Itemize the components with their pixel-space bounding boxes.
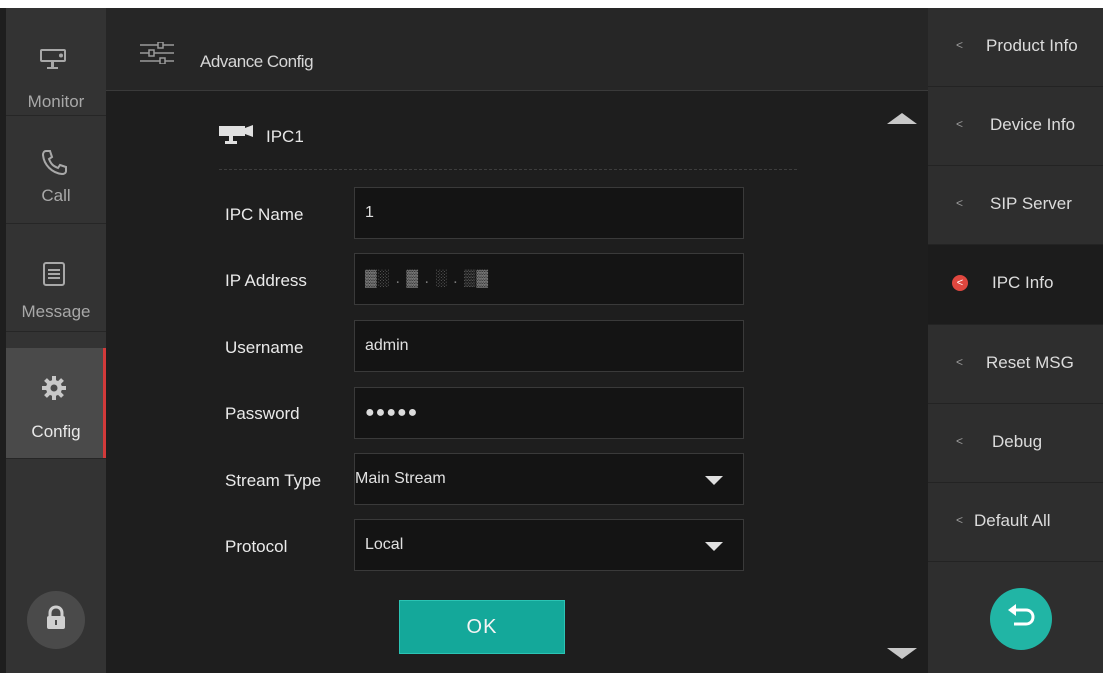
stream-type-select[interactable]: Main Stream bbox=[354, 453, 744, 505]
menu-item-label: Reset MSG bbox=[986, 353, 1074, 372]
active-indicator-icon: < bbox=[952, 275, 968, 291]
protocol-value: Local bbox=[365, 536, 404, 553]
nav-label-call: Call bbox=[41, 186, 71, 205]
ip-address-input[interactable]: ▓░ . ▓ . ░ . ▒▓ bbox=[354, 253, 744, 305]
label-stream-type: Stream Type bbox=[225, 471, 322, 490]
menu-item-sip-server[interactable]: < SIP Server bbox=[928, 166, 1103, 245]
menu-item-label: SIP Server bbox=[990, 194, 1072, 213]
stream-type-value: Main Stream bbox=[355, 470, 446, 487]
protocol-select[interactable]: Local bbox=[354, 519, 744, 571]
sliders-icon bbox=[140, 41, 174, 69]
menu-item-reset-msg[interactable]: < Reset MSG bbox=[928, 325, 1103, 404]
menu-item-label: Device Info bbox=[990, 115, 1076, 134]
ipc-name-input[interactable]: 1 bbox=[354, 187, 744, 239]
chevron-down-icon bbox=[705, 476, 723, 485]
chevron-left-icon: < bbox=[956, 355, 964, 369]
back-arrow-icon bbox=[1006, 603, 1036, 635]
message-icon bbox=[36, 258, 72, 290]
menu-item-label: IPC Info bbox=[992, 273, 1054, 292]
nav-item-monitor[interactable]: Monitor bbox=[6, 8, 106, 116]
menu-item-default-all[interactable]: < Default All bbox=[928, 483, 1103, 562]
label-password: Password bbox=[225, 404, 300, 423]
label-ipc-name: IPC Name bbox=[225, 205, 304, 224]
menu-item-label: Product Info bbox=[986, 36, 1078, 55]
scroll-down-arrow[interactable] bbox=[887, 648, 917, 659]
phone-icon bbox=[36, 146, 72, 178]
nav-label-monitor: Monitor bbox=[27, 92, 85, 111]
username-input[interactable]: admin bbox=[354, 320, 744, 372]
left-nav: Monitor Call Message Config bbox=[6, 8, 106, 673]
chevron-left-icon: < bbox=[956, 196, 964, 210]
chevron-down-icon bbox=[705, 542, 723, 551]
password-input[interactable]: ●●●●● bbox=[354, 387, 744, 439]
label-username: Username bbox=[225, 338, 304, 357]
label-ip-address: IP Address bbox=[225, 271, 307, 290]
menu-item-device-info[interactable]: < Device Info bbox=[928, 87, 1103, 166]
gear-icon bbox=[36, 372, 72, 404]
lock-icon bbox=[45, 604, 67, 636]
menu-item-ipc-info[interactable]: < IPC Info bbox=[928, 245, 1103, 325]
ipc-camera-icon bbox=[219, 123, 257, 150]
label-protocol: Protocol bbox=[225, 537, 288, 556]
scroll-up-arrow[interactable] bbox=[887, 113, 917, 124]
ipc-config-panel: IPC1 IPC Name 1 IP Address ▓░ . ▓ . ░ . … bbox=[106, 91, 928, 673]
right-nav: < Product Info < Device Info < SIP Serve… bbox=[928, 8, 1103, 673]
nav-item-message[interactable]: Message bbox=[6, 224, 106, 332]
nav-label-message: Message bbox=[21, 302, 91, 321]
page-title: Advance Config bbox=[200, 52, 314, 71]
menu-item-debug[interactable]: < Debug bbox=[928, 404, 1103, 483]
ok-button[interactable]: OK bbox=[399, 600, 565, 654]
section-divider bbox=[219, 169, 797, 170]
menu-item-product-info[interactable]: < Product Info bbox=[928, 8, 1103, 87]
camera-icon bbox=[36, 44, 72, 76]
section-title-text: IPC1 bbox=[266, 127, 304, 146]
back-button[interactable] bbox=[990, 588, 1052, 650]
menu-item-label: Default All bbox=[974, 511, 1051, 530]
chevron-left-icon: < bbox=[956, 434, 964, 448]
chevron-left-icon: < bbox=[956, 513, 964, 527]
nav-label-config: Config bbox=[31, 422, 81, 441]
menu-item-label: Debug bbox=[992, 432, 1043, 451]
chevron-left-icon: < bbox=[956, 117, 964, 131]
nav-item-config[interactable]: Config bbox=[6, 348, 106, 459]
nav-item-call[interactable]: Call bbox=[6, 116, 106, 224]
header-bar: Advance Config bbox=[106, 8, 928, 91]
lock-button[interactable] bbox=[27, 591, 85, 649]
chevron-left-icon: < bbox=[956, 38, 964, 52]
